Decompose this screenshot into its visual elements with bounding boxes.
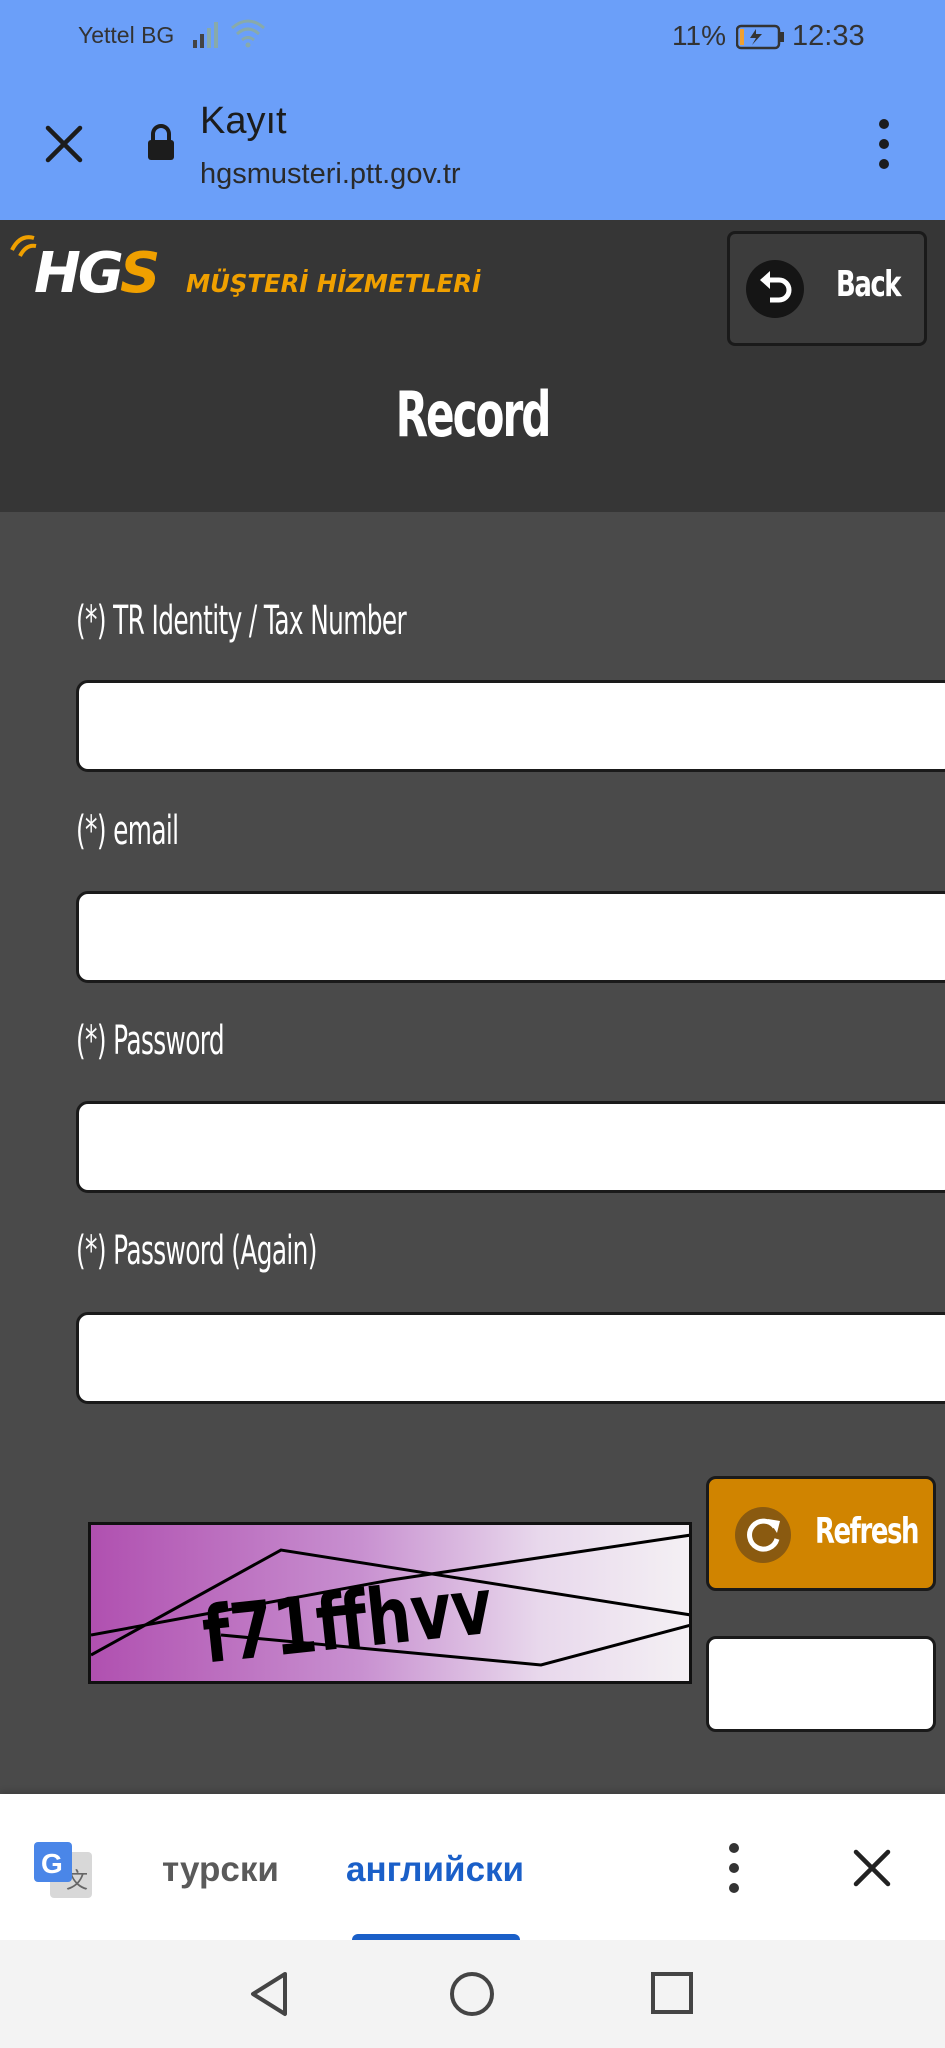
source-language-tab[interactable]: турски (162, 1850, 279, 1890)
carrier-name: Yettel BG (78, 22, 175, 48)
refresh-captcha-button[interactable]: Refresh (706, 1476, 936, 1591)
signal-icon (193, 22, 218, 48)
browser-toolbar: Kayıt hgsmusteri.ptt.gov.tr (0, 72, 945, 222)
password-again-label: (*) Password (Again) (76, 1228, 317, 1274)
svg-text:G: G (41, 1848, 63, 1879)
google-translate-icon[interactable]: 文 G (32, 1840, 94, 1902)
lock-icon (148, 124, 174, 160)
tax-number-label: (*) TR Identity / Tax Number (76, 598, 407, 644)
tax-number-input[interactable] (76, 680, 945, 772)
back-arrow-icon (746, 260, 804, 318)
translate-bar: 文 G турски английски (0, 1794, 945, 1942)
nav-back-icon[interactable] (247, 1970, 291, 2018)
close-icon[interactable] (40, 120, 88, 168)
nav-home-icon[interactable] (448, 1970, 496, 2018)
page-heading: Record (395, 378, 552, 451)
svg-text:HG: HG (34, 241, 122, 306)
back-button-label: Back (836, 264, 902, 305)
battery-level-fill (740, 29, 744, 45)
more-vert-icon[interactable] (722, 1840, 746, 1896)
nav-recents-icon[interactable] (650, 1971, 694, 2015)
refresh-icon (735, 1507, 791, 1563)
page-title: Kayıt (200, 100, 287, 142)
refresh-button-label: Refresh (815, 1511, 919, 1552)
clock: 12:33 (792, 20, 865, 52)
battery-icon (736, 24, 784, 50)
back-button[interactable]: Back (727, 231, 927, 346)
password-label: (*) Password (76, 1018, 225, 1064)
captcha-text: f71ffhvv (199, 1562, 497, 1681)
more-vert-icon[interactable] (872, 116, 896, 172)
password-again-input[interactable] (76, 1312, 945, 1404)
svg-text:S: S (120, 241, 160, 306)
url-text[interactable]: hgsmusteri.ptt.gov.tr (200, 158, 461, 191)
password-input[interactable] (76, 1101, 945, 1193)
svg-text:MÜŞTERİ HİZMETLERİ: MÜŞTERİ HİZMETLERİ (186, 268, 481, 298)
wifi-icon (231, 19, 265, 48)
hgs-logo[interactable]: HG S MÜŞTERİ HİZMETLERİ (8, 230, 488, 306)
captcha-image: f71ffhvv (88, 1522, 692, 1684)
email-input[interactable] (76, 891, 945, 983)
captcha-input[interactable] (706, 1636, 936, 1732)
status-bar: Yettel BG 11% 12:33 (0, 0, 945, 72)
system-navigation-bar (0, 1940, 945, 2048)
battery-percent: 11% (672, 20, 726, 51)
email-label: (*) email (76, 808, 179, 854)
target-language-tab[interactable]: английски (346, 1850, 524, 1890)
close-icon[interactable] (848, 1844, 896, 1892)
